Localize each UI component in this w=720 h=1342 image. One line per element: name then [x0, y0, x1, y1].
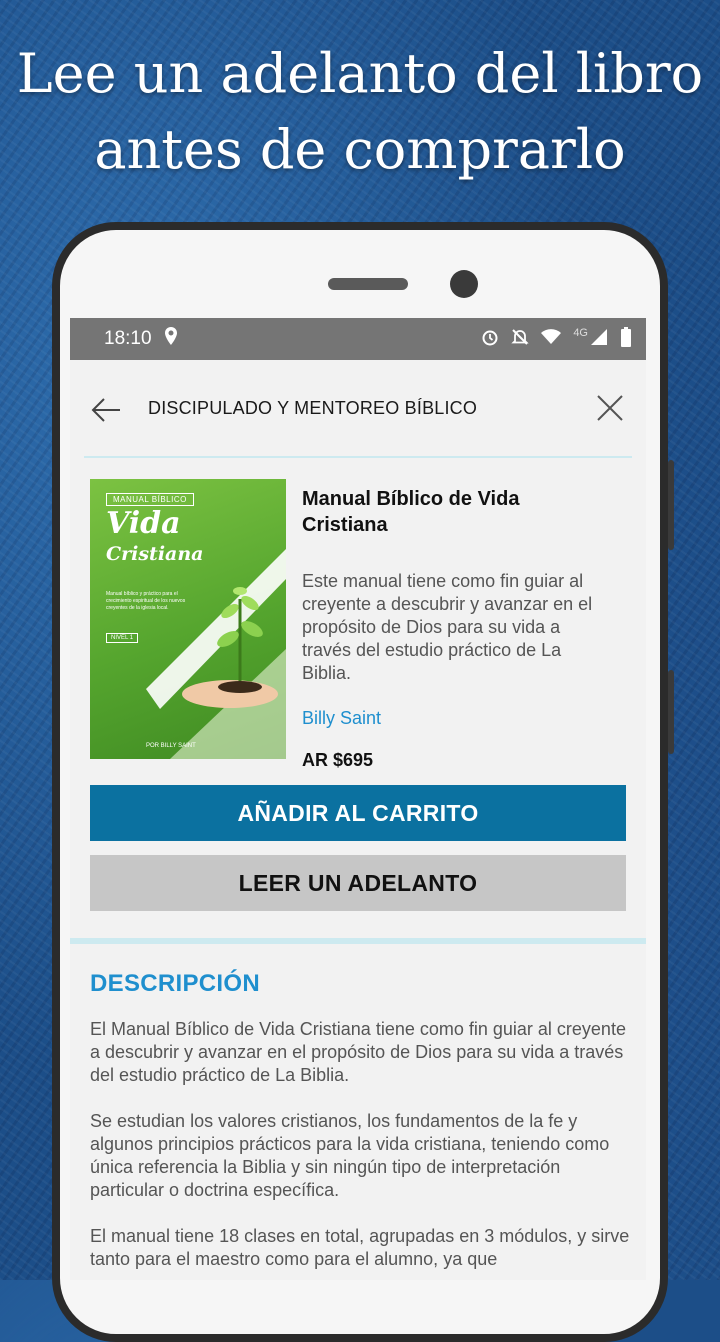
arrow-left-icon: [91, 398, 120, 422]
cover-tag: MANUAL BÍBLICO: [106, 493, 194, 506]
close-button[interactable]: [594, 392, 626, 424]
book-price: AR $695: [302, 750, 374, 770]
close-icon: [597, 395, 623, 421]
cover-subtitle: Manual bíblico y práctico para el crecim…: [106, 591, 186, 611]
app-screen: 18:10 4G DISCIPULADO Y MENTOREO BÍBLICO …: [70, 318, 646, 1280]
cover-title: Vida: [106, 506, 181, 541]
category-title: DISCIPULADO Y MENTOREO BÍBLICO: [148, 398, 478, 418]
description-body: El Manual Bíblico de Vida Cristiana tien…: [90, 1018, 630, 1280]
book-title: Manual Bíblico de Vida Cristiana: [302, 488, 520, 536]
promo-headline: Lee un adelanto del libro antes de compr…: [0, 36, 720, 188]
cover-author: POR BILLY SAINT: [146, 743, 196, 749]
add-to-cart-button[interactable]: AÑADIR AL CARRITO: [90, 785, 626, 841]
description-paragraph: El Manual Bíblico de Vida Cristiana tien…: [90, 1019, 626, 1085]
author-link[interactable]: Billy Saint: [302, 708, 381, 729]
location-icon: [164, 327, 178, 351]
status-bar: 18:10 4G: [70, 318, 646, 360]
book-summary-text: Este manual tiene como fin guiar al crey…: [302, 571, 593, 683]
status-icons: 4G: [481, 326, 632, 352]
phone-speaker: [328, 278, 408, 290]
phone-side-button: [668, 670, 674, 754]
book-summary: MANUAL BÍBLICO Vida Cristiana Manual bíb…: [70, 458, 646, 788]
description-paragraph: El manual tiene 18 clases en total, agru…: [90, 1226, 630, 1269]
back-button[interactable]: [90, 394, 122, 426]
description-heading: DESCRIPCIÓN: [90, 970, 260, 997]
app-toolbar: DISCIPULADO Y MENTOREO BÍBLICO: [70, 360, 646, 456]
network-type: 4G: [573, 327, 588, 339]
description-paragraph: Se estudian los valores cristianos, los …: [90, 1111, 610, 1200]
headline-line-1: Lee un adelanto del libro: [16, 42, 704, 105]
battery-icon: [620, 326, 632, 352]
phone-camera: [450, 270, 478, 298]
book-cover[interactable]: MANUAL BÍBLICO Vida Cristiana Manual bíb…: [90, 479, 286, 759]
signal-icon: [590, 328, 608, 351]
read-preview-button[interactable]: LEER UN ADELANTO: [90, 855, 626, 911]
notifications-off-icon: [511, 328, 529, 351]
headline-line-2: antes de comprarlo: [94, 118, 626, 181]
wifi-icon: [541, 328, 562, 350]
phone-side-button: [668, 460, 674, 550]
alarm-icon: [481, 328, 499, 351]
cover-level: NIVEL 1: [106, 633, 139, 643]
section-divider: [70, 938, 646, 944]
status-time: 18:10: [104, 328, 152, 349]
cover-title-2: Cristiana: [106, 543, 204, 565]
